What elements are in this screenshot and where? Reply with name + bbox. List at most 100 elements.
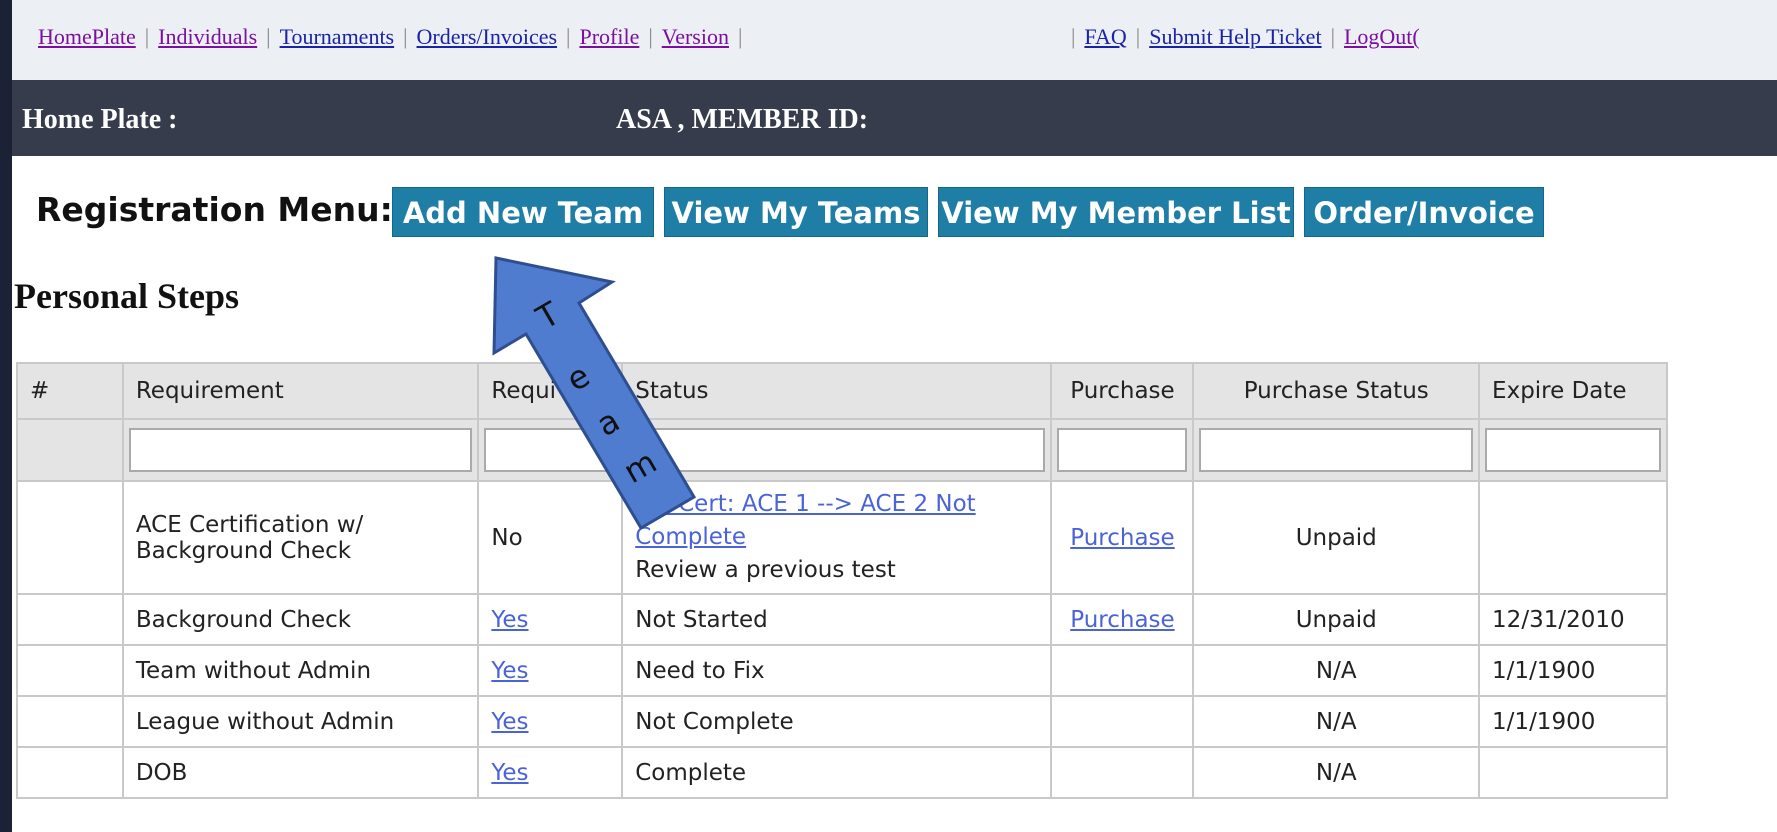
nav-link-profile[interactable]: Profile <box>579 24 639 49</box>
status-filter-input[interactable] <box>628 428 1046 472</box>
table-row: ACE Certification w/ Background Check No… <box>16 480 1668 595</box>
purchase-cell: Purchase <box>1050 480 1195 595</box>
row-number <box>16 695 124 748</box>
column-header-status[interactable]: Status <box>621 362 1053 420</box>
table-row: Background Check Yes Not Started Purchas… <box>16 593 1668 646</box>
column-header-number[interactable]: # <box>16 362 124 420</box>
purchase-link[interactable]: Purchase <box>1070 525 1174 551</box>
table-header-row: # Requirement Requi Status Purchase Purc… <box>16 362 1668 420</box>
filter-cell <box>477 418 624 482</box>
required-link[interactable]: Yes <box>491 760 528 786</box>
section-title: Personal Steps <box>14 276 239 316</box>
page-frame: HomePlate | Individuals | Tournaments | Orders… <box>12 0 1777 832</box>
page-title: Home Plate : <box>22 104 178 135</box>
nav-separator: | <box>737 24 743 49</box>
filter-cell <box>1192 418 1481 482</box>
purchase-cell <box>1050 746 1195 799</box>
nav-separator: | <box>266 24 271 49</box>
purchase-status-filter-input[interactable] <box>1199 428 1474 472</box>
nav-link-individuals[interactable]: Individuals <box>158 24 257 49</box>
order-invoice-button[interactable]: Order/Invoice <box>1304 187 1544 237</box>
filter-cell <box>1478 418 1668 482</box>
add-new-team-button[interactable]: Add New Team <box>392 187 654 237</box>
expire-date-cell <box>1478 480 1668 595</box>
purchase-status-cell: Unpaid <box>1192 480 1481 595</box>
row-number <box>16 746 124 799</box>
required-cell: Yes <box>477 593 624 646</box>
row-number <box>16 480 124 595</box>
nav-separator: | <box>403 24 408 49</box>
requirement-cell: Team without Admin <box>121 644 480 697</box>
header-bar: Home Plate : ASA , MEMBER ID: <box>12 80 1777 156</box>
column-header-purchase-status[interactable]: Purchase Status <box>1192 362 1481 420</box>
expire-date-filter-input[interactable] <box>1485 428 1661 472</box>
required-link[interactable]: Yes <box>491 709 528 735</box>
status-text: Review a previous test <box>635 557 896 583</box>
filter-cell <box>1050 418 1195 482</box>
nav-link-homeplate[interactable]: HomePlate <box>38 24 136 49</box>
row-number <box>16 593 124 646</box>
required-cell: Yes <box>477 695 624 748</box>
expire-date-cell: 12/31/2010 <box>1478 593 1668 646</box>
filter-cell <box>121 418 480 482</box>
filter-cell-empty <box>16 418 124 482</box>
purchase-status-cell: N/A <box>1192 695 1481 748</box>
table-row: League without Admin Yes Not Complete N/… <box>16 695 1668 748</box>
nav-separator: | <box>1135 24 1141 49</box>
personal-steps-table: # Requirement Requi Status Purchase Purc… <box>16 362 1668 799</box>
nav-separator: | <box>648 24 653 49</box>
requirement-cell: Background Check <box>121 593 480 646</box>
nav-separator: | <box>144 24 150 49</box>
required-link[interactable]: Yes <box>491 607 528 633</box>
column-header-requirement[interactable]: Requirement <box>121 362 480 420</box>
nav-link-orders-invoices[interactable]: Orders/Invoices <box>417 24 558 49</box>
purchase-cell: Purchase <box>1050 593 1195 646</box>
requirement-cell: League without Admin <box>121 695 480 748</box>
nav-link-help-ticket[interactable]: Submit Help Ticket <box>1149 24 1321 49</box>
status-link[interactable]: ust Cert: ACE 1 --> ACE 2 Not Complete <box>635 488 1038 554</box>
status-cell: ust Cert: ACE 1 --> ACE 2 Not Complete R… <box>621 480 1053 595</box>
expire-date-cell: 1/1/1900 <box>1478 644 1668 697</box>
status-cell: Not Complete <box>621 695 1053 748</box>
column-header-purchase[interactable]: Purchase <box>1050 362 1195 420</box>
view-my-member-list-button[interactable]: View My Member List <box>938 187 1294 237</box>
filter-cell <box>621 418 1053 482</box>
required-link[interactable]: Yes <box>491 658 528 684</box>
column-header-required[interactable]: Requi <box>477 362 624 420</box>
expire-date-cell <box>1478 746 1668 799</box>
nav-link-version[interactable]: Version <box>662 24 729 49</box>
purchase-link[interactable]: Purchase <box>1070 607 1174 633</box>
nav-separator: | <box>1071 24 1076 49</box>
required-cell: Yes <box>477 644 624 697</box>
registration-menu-label: Registration Menu: <box>36 190 393 229</box>
table-row: Team without Admin Yes Need to Fix N/A 1… <box>16 644 1668 697</box>
nav-link-logout[interactable]: LogOut( <box>1344 24 1420 49</box>
top-navigation: HomePlate | Individuals | Tournaments | Orders… <box>12 0 1777 80</box>
requirement-cell: DOB <box>121 746 480 799</box>
nav-separator: | <box>1330 24 1335 49</box>
nav-link-faq[interactable]: FAQ <box>1084 24 1126 49</box>
nav-link-tournaments[interactable]: Tournaments <box>280 24 395 49</box>
expire-date-cell: 1/1/1900 <box>1478 695 1668 748</box>
required-filter-input[interactable] <box>484 428 617 472</box>
purchase-status-cell: N/A <box>1192 746 1481 799</box>
requirement-filter-input[interactable] <box>128 428 473 472</box>
table-row: DOB Yes Complete N/A <box>16 746 1668 799</box>
status-cell: Not Started <box>621 593 1053 646</box>
purchase-filter-input[interactable] <box>1057 428 1188 472</box>
purchase-cell <box>1050 695 1195 748</box>
status-cell: Need to Fix <box>621 644 1053 697</box>
view-my-teams-button[interactable]: View My Teams <box>664 187 928 237</box>
purchase-status-cell: Unpaid <box>1192 593 1481 646</box>
column-header-expire-date[interactable]: Expire Date <box>1478 362 1668 420</box>
required-cell: No <box>477 480 624 595</box>
table-filter-row <box>16 418 1668 482</box>
member-id-label: ASA , MEMBER ID: <box>616 104 869 135</box>
nav-separator: | <box>566 24 571 49</box>
purchase-cell <box>1050 644 1195 697</box>
purchase-status-cell: N/A <box>1192 644 1481 697</box>
row-number <box>16 644 124 697</box>
status-cell: Complete <box>621 746 1053 799</box>
required-cell: Yes <box>477 746 624 799</box>
requirement-cell: ACE Certification w/ Background Check <box>121 480 480 595</box>
